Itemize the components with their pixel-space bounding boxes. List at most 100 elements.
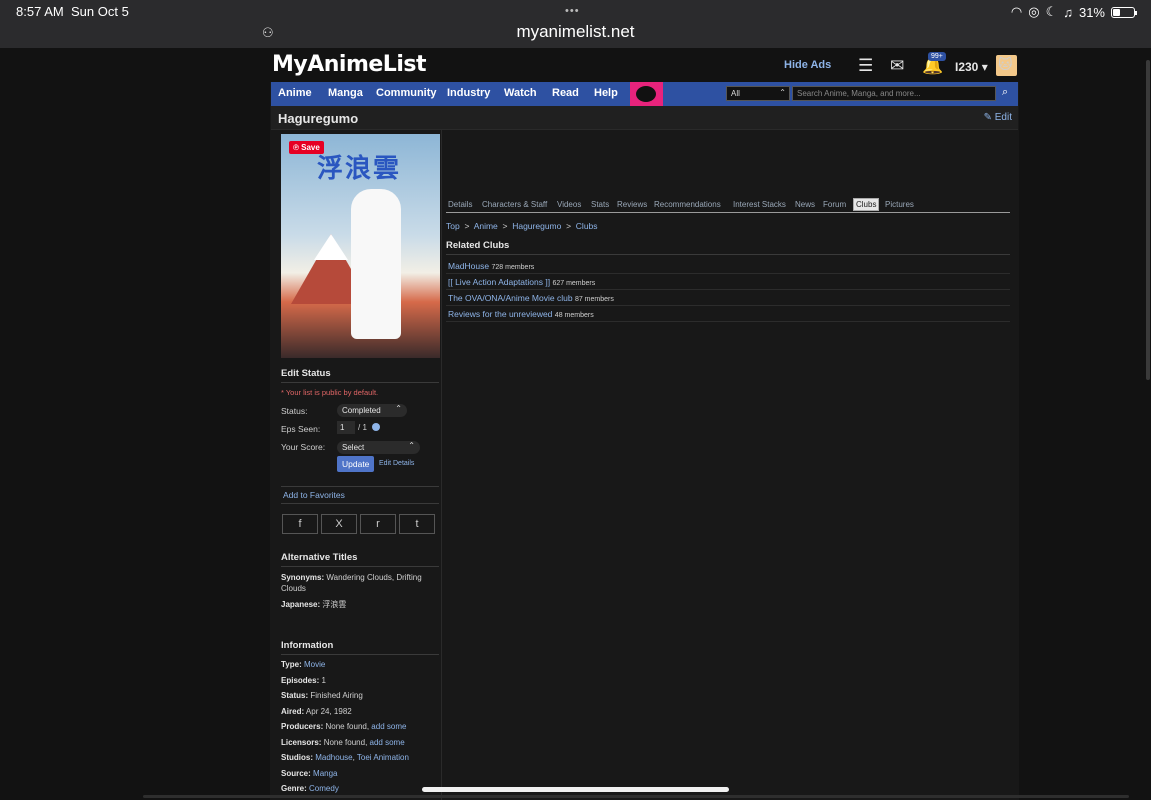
club-members: 87 members (574, 296, 614, 303)
type-line: Type: Movie (281, 659, 441, 670)
address-bar[interactable]: myanimelist.net (0, 22, 1151, 42)
tab-news[interactable]: News (795, 200, 815, 209)
eps-seen-input[interactable]: 1 (337, 421, 355, 434)
episodes-value: 1 (321, 676, 326, 685)
club-members: 48 members (554, 312, 594, 319)
tab-videos[interactable]: Videos (557, 200, 581, 209)
club-link[interactable]: MadHouse (448, 261, 489, 271)
anime-poster[interactable]: 浮浪雲 ℗ Save (281, 134, 440, 358)
nav-industry[interactable]: Industry (447, 87, 490, 99)
edit-details-link[interactable]: Edit Details (379, 460, 414, 467)
pinterest-icon: ℗ (293, 143, 302, 152)
list-public-note: * Your list is public by default. (281, 388, 379, 397)
pinterest-save-button[interactable]: ℗ Save (289, 141, 324, 154)
nav-watch[interactable]: Watch (504, 87, 537, 99)
caret-down-icon: ▾ (978, 60, 988, 74)
list-item: The OVA/ONA/Anime Movie club 87 members (446, 290, 1010, 306)
main-nav: Anime Manga Community Industry Watch Rea… (271, 82, 1018, 106)
location-icon: ◎ (1028, 4, 1040, 19)
type-value-link[interactable]: Movie (304, 660, 325, 669)
alt-titles-heading: Alternative Titles (281, 552, 439, 567)
list-item: Reviews for the unreviewed 48 members (446, 306, 1010, 322)
breadcrumb-separator: > (462, 221, 472, 231)
update-button[interactable]: Update (337, 456, 375, 472)
avatar[interactable] (996, 55, 1017, 76)
multitask-dots[interactable]: ••• (565, 5, 580, 17)
producers-line: Producers: None found, add some (281, 721, 441, 732)
reddit-share-icon[interactable]: r (360, 514, 396, 534)
left-sidebar: 浮浪雲 ℗ Save Edit Status * Your list is pu… (271, 130, 442, 800)
studio-madhouse-link[interactable]: Madhouse (315, 753, 352, 762)
source-value-link[interactable]: Manga (313, 769, 337, 778)
moon-icon: ☾ (1045, 4, 1058, 19)
x-share-icon[interactable]: X (321, 514, 357, 534)
tab-recommendations[interactable]: Recommendations (654, 200, 721, 209)
search-category-select[interactable]: All (726, 86, 790, 101)
nav-community[interactable]: Community (376, 87, 437, 99)
user-menu[interactable]: I230 ▾ (955, 60, 988, 74)
breadcrumb-clubs[interactable]: Clubs (576, 221, 598, 231)
tumblr-share-icon[interactable]: t (399, 514, 435, 534)
club-link[interactable]: Reviews for the unreviewed (448, 309, 552, 319)
producers-value: None found, (325, 722, 370, 731)
eps-total: / 1 (358, 423, 367, 432)
synonyms-label: Synonyms: (281, 573, 325, 582)
tab-interest-stacks[interactable]: Interest Stacks (733, 200, 786, 209)
genre-value-link[interactable]: Comedy (309, 784, 339, 793)
mail-icon[interactable]: ✉ (890, 56, 904, 76)
status-select[interactable]: Completed (337, 404, 407, 417)
eps-seen-label: Eps Seen: (281, 424, 321, 434)
licensors-add-link[interactable]: add some (370, 738, 405, 747)
score-select[interactable]: Select (337, 441, 420, 454)
home-indicator[interactable] (422, 787, 729, 792)
status-icons: ◠ ◎ ☾ ♫ 31% (1010, 4, 1137, 20)
related-clubs-heading: Related Clubs (446, 240, 1010, 255)
edit-status-heading: Edit Status (281, 368, 439, 383)
nav-help[interactable]: Help (594, 87, 618, 99)
tab-reviews[interactable]: Reviews (617, 200, 647, 209)
facebook-share-icon[interactable]: f (282, 514, 318, 534)
licensors-value: None found, (323, 738, 368, 747)
tab-characters-staff[interactable]: Characters & Staff (482, 200, 547, 209)
hide-ads-link[interactable]: Hide Ads (784, 59, 831, 71)
tab-stats[interactable]: Stats (591, 200, 609, 209)
tab-clubs[interactable]: Clubs (853, 198, 880, 211)
list-icon[interactable]: ☰ (858, 56, 873, 76)
add-to-favorites-link[interactable]: Add to Favorites (281, 486, 439, 504)
tab-details[interactable]: Details (448, 200, 472, 209)
page-title: Haguregumo (278, 111, 359, 126)
producers-add-link[interactable]: add some (371, 722, 406, 731)
search-input[interactable]: Search Anime, Manga, and more... (792, 86, 996, 101)
list-item: [[ Live Action Adaptations ]] 627 member… (446, 274, 1010, 290)
airing-status-line: Status: Finished Airing (281, 690, 441, 701)
wifi-icon: ◠ (1010, 4, 1023, 19)
edit-title-link[interactable]: ✎ Edit (984, 112, 1012, 123)
studios-line: Studios: Madhouse, Toei Animation (281, 753, 409, 762)
breadcrumb-anime[interactable]: Anime (474, 221, 498, 231)
aired-value: Apr 24, 1982 (305, 707, 352, 716)
club-link[interactable]: [[ Live Action Adaptations ]] (448, 277, 550, 287)
tab-pictures[interactable]: Pictures (885, 200, 914, 209)
vertical-scrollbar[interactable] (1146, 60, 1150, 380)
nav-read[interactable]: Read (552, 87, 579, 99)
nav-anime[interactable]: Anime (278, 87, 312, 99)
breadcrumb-title[interactable]: Haguregumo (512, 221, 561, 231)
synonyms-line: Synonyms: Wandering Clouds, Drifting Clo… (281, 572, 441, 594)
increment-episode-icon[interactable] (372, 423, 380, 431)
poster-art-snowcap (314, 234, 348, 260)
nav-promo-banner[interactable] (630, 82, 663, 106)
studio-toei-link[interactable]: Toei Animation (357, 753, 409, 762)
tab-forum[interactable]: Forum (823, 200, 846, 209)
breadcrumb-separator: > (563, 221, 574, 231)
score-label: Your Score: (281, 442, 326, 452)
breadcrumb-top[interactable]: Top (446, 221, 460, 231)
battery-percent: 31% (1078, 4, 1105, 20)
nav-manga[interactable]: Manga (328, 87, 363, 99)
battery-icon (1111, 6, 1137, 18)
site-logo[interactable]: MyAnimeList (272, 52, 426, 77)
search-icon[interactable]: ⌕ (1002, 86, 1008, 99)
information-heading: Information (281, 640, 439, 655)
club-link[interactable]: The OVA/ONA/Anime Movie club (448, 293, 573, 303)
horizontal-scrollbar[interactable] (143, 795, 1129, 798)
notification-badge: 99+ (928, 52, 946, 61)
